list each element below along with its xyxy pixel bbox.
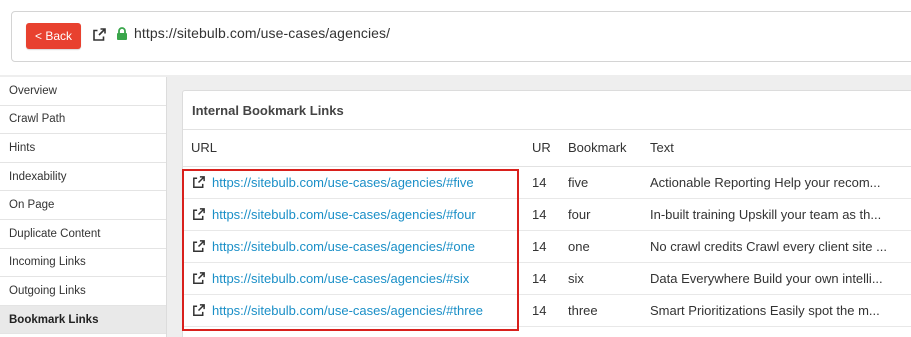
bookmark-cell: three — [560, 294, 642, 328]
table-row[interactable]: https://sitebulb.com/use-cases/agencies/… — [183, 294, 911, 328]
table-row[interactable]: https://sitebulb.com/use-cases/agencies/… — [183, 166, 911, 199]
bookmark-cell: six — [560, 262, 642, 296]
bookmark-cell: one — [560, 230, 642, 264]
column-header-bookmark[interactable]: Bookmark — [560, 130, 642, 167]
sidebar-item-indexability[interactable]: Indexability — [0, 163, 166, 192]
url-link[interactable]: https://sitebulb.com/use-cases/agencies/… — [212, 271, 469, 286]
table-row[interactable]: https://sitebulb.com/use-cases/agencies/… — [183, 262, 911, 296]
sidebar-item-duplicate-content[interactable]: Duplicate Content — [0, 220, 166, 249]
url-bar: < Back https://sitebulb.com/use-cases/ag… — [11, 11, 911, 62]
bookmark-links-panel: Internal Bookmark Links URL UR Bookmark … — [182, 90, 911, 337]
text-cell: Data Everywhere Build your own intelli..… — [642, 262, 911, 296]
external-link-icon[interactable] — [191, 271, 206, 286]
bookmark-cell: four — [560, 198, 642, 231]
sidebar-item-crawl-path[interactable]: Crawl Path — [0, 106, 166, 135]
sidebar-item-hints[interactable]: Hints — [0, 134, 166, 163]
ur-cell: 14 — [524, 166, 560, 199]
ur-cell: 14 — [524, 230, 560, 264]
table-row[interactable]: https://sitebulb.com/use-cases/agencies/… — [183, 198, 911, 231]
column-header-ur[interactable]: UR — [524, 130, 560, 167]
url-link[interactable]: https://sitebulb.com/use-cases/agencies/… — [212, 175, 474, 190]
url-cell: https://sitebulb.com/use-cases/agencies/… — [183, 294, 524, 328]
text-cell: Actionable Reporting Help your recom... — [642, 166, 911, 199]
ur-cell: 14 — [524, 294, 560, 328]
bookmark-cell: five — [560, 166, 642, 199]
external-link-icon[interactable] — [191, 303, 206, 318]
text-cell: Smart Prioritizations Easily spot the m.… — [642, 294, 911, 328]
external-link-icon[interactable] — [191, 239, 206, 254]
external-link-icon[interactable] — [91, 27, 107, 43]
external-link-icon[interactable] — [191, 175, 206, 190]
back-button[interactable]: < Back — [26, 23, 81, 49]
ur-cell: 14 — [524, 262, 560, 296]
panel-title: Internal Bookmark Links — [183, 91, 911, 130]
table-header-row: URL UR Bookmark Text — [183, 130, 911, 167]
sidebar-item-outgoing-links[interactable]: Outgoing Links — [0, 277, 166, 306]
column-header-url[interactable]: URL — [183, 130, 524, 167]
url-link[interactable]: https://sitebulb.com/use-cases/agencies/… — [212, 303, 483, 318]
text-cell: In-built training Upskill your team as t… — [642, 198, 911, 231]
sidebar-item-on-page[interactable]: On Page — [0, 191, 166, 220]
sidebar-item-bookmark-links[interactable]: Bookmark Links — [0, 305, 166, 335]
table-row[interactable]: https://sitebulb.com/use-cases/agencies/… — [183, 230, 911, 264]
url-link[interactable]: https://sitebulb.com/use-cases/agencies/… — [212, 207, 476, 222]
url-cell: https://sitebulb.com/use-cases/agencies/… — [183, 262, 524, 296]
lock-icon — [117, 27, 127, 40]
url-link[interactable]: https://sitebulb.com/use-cases/agencies/… — [212, 239, 475, 254]
url-cell: https://sitebulb.com/use-cases/agencies/… — [183, 198, 524, 231]
sidebar: Overview Crawl Path Hints Indexability On Pa… — [0, 77, 167, 337]
url-cell: https://sitebulb.com/use-cases/agencies/… — [183, 230, 524, 264]
url-text: https://sitebulb.com/use-cases/agencies/ — [134, 25, 391, 41]
ur-cell: 14 — [524, 198, 560, 231]
bookmark-links-table: URL UR Bookmark Text https://sitebulb.co… — [183, 130, 911, 328]
text-cell: No crawl credits Crawl every client site… — [642, 230, 911, 264]
external-link-icon[interactable] — [191, 207, 206, 222]
url-cell: https://sitebulb.com/use-cases/agencies/… — [183, 166, 524, 199]
sidebar-item-incoming-links[interactable]: Incoming Links — [0, 249, 166, 278]
column-header-text[interactable]: Text — [642, 130, 911, 167]
sidebar-item-overview[interactable]: Overview — [0, 77, 166, 106]
